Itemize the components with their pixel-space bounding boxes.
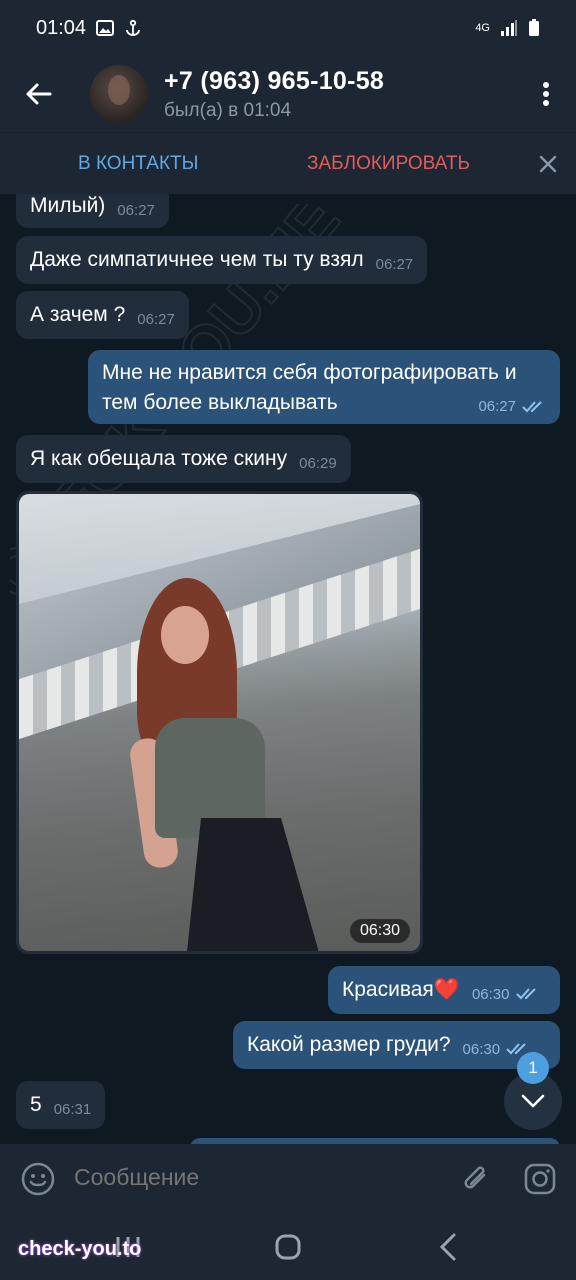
network-type: 4G bbox=[475, 22, 490, 34]
message-bubble[interactable]: Какой размер груди? 06:30 bbox=[233, 1021, 560, 1069]
message-bubble[interactable]: Красивая❤️ 06:30 bbox=[328, 966, 560, 1014]
message-input[interactable] bbox=[74, 1164, 434, 1191]
battery-icon bbox=[529, 19, 539, 36]
message-text: А зачем ? bbox=[30, 303, 126, 326]
message-time: 06:30 bbox=[349, 919, 410, 943]
message-text: Красивая❤️ bbox=[342, 978, 460, 1001]
menu-button[interactable] bbox=[516, 56, 576, 132]
chevron-down-icon bbox=[521, 1094, 545, 1108]
home-icon[interactable] bbox=[270, 1231, 306, 1263]
message-text: Мне не нравится себя фотографировать и bbox=[102, 361, 517, 384]
message-text: 5 bbox=[30, 1093, 42, 1116]
message-bubble[interactable]: А зачем ? 06:27 bbox=[16, 291, 189, 339]
message-bubble[interactable]: 5 06:31 bbox=[16, 1081, 106, 1129]
block-button[interactable]: ЗАБЛОКИРОВАТЬ bbox=[307, 153, 470, 175]
message-time: 06:30 bbox=[462, 1040, 501, 1058]
message-time: 06:27 bbox=[117, 201, 155, 219]
message-bubble[interactable]: Мне не нравится себя фотографировать и т… bbox=[88, 350, 560, 424]
gallery-icon bbox=[96, 20, 115, 36]
back-button[interactable] bbox=[0, 56, 76, 132]
double-check-icon bbox=[522, 401, 542, 413]
message-text: Милый) bbox=[30, 194, 106, 217]
message-text: Даже симпатичнее чем ты ту взял bbox=[30, 248, 364, 271]
double-check-icon bbox=[515, 988, 536, 1000]
close-action-bar-button[interactable] bbox=[534, 150, 562, 178]
message-list[interactable]: CHECK-YOU.ME Милый) 06:27 Даже симпатичн… bbox=[0, 194, 576, 1144]
message-time: 06:27 bbox=[478, 398, 516, 415]
message-bubble[interactable]: Милый) 06:27 bbox=[16, 194, 169, 228]
message-bubble[interactable]: Даже симпатичнее чем ты ту взял 06:27 bbox=[16, 236, 428, 284]
add-contact-button[interactable]: В КОНТАКТЫ bbox=[78, 153, 198, 175]
message-time: 06:30 bbox=[471, 985, 510, 1003]
message-time: 06:31 bbox=[53, 1100, 92, 1118]
chat-header: +7 (963) 965-10-58 был(а) в 01:04 bbox=[0, 56, 576, 132]
avatar[interactable] bbox=[90, 65, 148, 123]
last-seen: был(а) в 01:04 bbox=[164, 99, 292, 121]
message-time: 06:29 bbox=[299, 454, 337, 472]
message-text-line2: тем более выкладывать bbox=[102, 391, 338, 414]
photo-image: 06:30 bbox=[19, 494, 420, 951]
status-time: 01:04 bbox=[36, 16, 87, 39]
signal-icon bbox=[501, 20, 517, 36]
instagram-camera-icon[interactable] bbox=[522, 1161, 558, 1197]
chat-title-area[interactable]: +7 (963) 965-10-58 был(а) в 01:04 bbox=[164, 67, 384, 122]
emoji-icon[interactable] bbox=[20, 1161, 56, 1197]
paperclip-icon[interactable] bbox=[458, 1161, 494, 1197]
message-bubble[interactable]: Я как обещала тоже скину 06:29 bbox=[16, 435, 351, 483]
status-bar: 01:04 4G bbox=[0, 0, 576, 56]
back-nav-icon[interactable] bbox=[432, 1231, 468, 1263]
message-text: Я как обещала тоже скину bbox=[30, 447, 288, 470]
watermark: check-you.to bbox=[18, 1238, 142, 1260]
anchor-icon bbox=[126, 19, 140, 36]
chat-title: +7 (963) 965-10-58 bbox=[164, 66, 385, 95]
photo-message[interactable]: 06:30 bbox=[16, 491, 423, 954]
message-time: 06:27 bbox=[137, 310, 175, 328]
message-time: 06:27 bbox=[375, 255, 414, 273]
contact-action-bar: В КОНТАКТЫ ЗАБЛОКИРОВАТЬ bbox=[0, 132, 576, 194]
unread-badge: 1 bbox=[517, 1052, 549, 1084]
message-input-bar bbox=[0, 1144, 576, 1214]
more-vertical-icon bbox=[543, 82, 549, 106]
message-text: Какой размер груди? bbox=[247, 1033, 451, 1056]
arrow-left-icon bbox=[26, 83, 52, 105]
close-icon bbox=[539, 155, 557, 172]
